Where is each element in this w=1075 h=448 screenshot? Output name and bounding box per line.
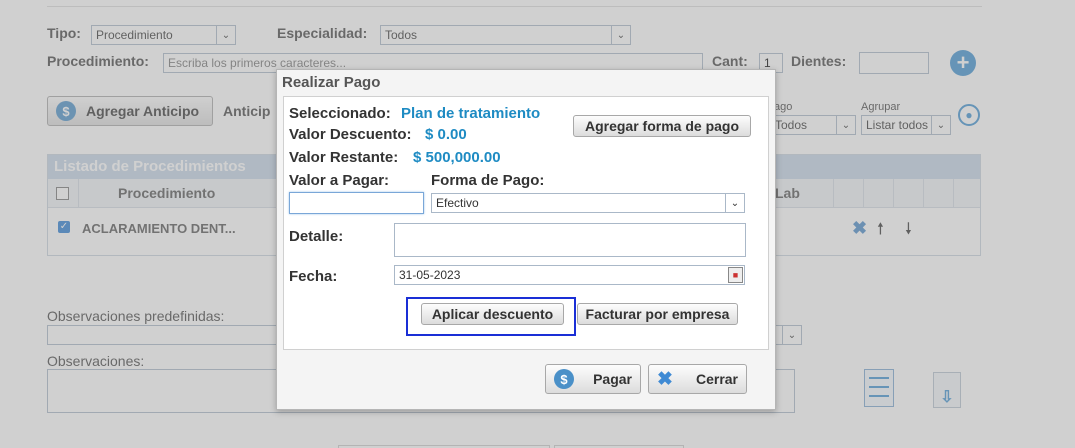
pagar-label: Pagar bbox=[593, 371, 632, 387]
aplicar-descuento-button[interactable]: Aplicar descuento bbox=[421, 303, 564, 325]
fecha-label: Fecha: bbox=[289, 268, 338, 285]
calendar-icon[interactable]: ■ bbox=[728, 267, 743, 283]
aplicar-descuento-label: Aplicar descuento bbox=[431, 306, 554, 322]
forma-pago-value: Efectivo bbox=[436, 196, 479, 210]
detalle-textarea[interactable] bbox=[394, 223, 746, 257]
chevron-down-icon: ⌄ bbox=[725, 194, 744, 212]
seleccionado-label: Seleccionado: bbox=[289, 105, 391, 122]
fecha-value: 31-05-2023 bbox=[399, 268, 461, 282]
valor-pagar-label: Valor a Pagar: bbox=[289, 172, 390, 189]
agregar-forma-pago-label: Agregar forma de pago bbox=[584, 118, 740, 134]
valor-restante-value: $ 500,000.00 bbox=[413, 149, 501, 166]
forma-pago-select[interactable]: Efectivo ⌄ bbox=[431, 193, 745, 213]
pagar-button[interactable]: $ Pagar bbox=[545, 364, 641, 394]
close-icon: ✖ bbox=[657, 368, 673, 390]
realizar-pago-dialog: Realizar Pago Seleccionado: Plan de trat… bbox=[276, 69, 776, 410]
detalle-label: Detalle: bbox=[289, 228, 344, 245]
valor-descuento-label: Valor Descuento: bbox=[289, 126, 412, 143]
valor-pagar-input[interactable] bbox=[289, 192, 424, 214]
dialog-title: Realizar Pago bbox=[282, 74, 381, 91]
seleccionado-value: Plan de tratamiento bbox=[401, 105, 541, 122]
facturar-empresa-label: Facturar por empresa bbox=[585, 306, 730, 322]
valor-descuento-value: $ 0.00 bbox=[425, 126, 467, 143]
dollar-icon: $ bbox=[554, 369, 574, 389]
payment-form-panel: Seleccionado: Plan de tratamiento Valor … bbox=[283, 96, 769, 350]
fecha-input[interactable]: 31-05-2023 ■ bbox=[394, 265, 745, 285]
forma-pago-label: Forma de Pago: bbox=[431, 172, 545, 189]
agregar-forma-pago-button[interactable]: Agregar forma de pago bbox=[573, 115, 751, 137]
valor-restante-label: Valor Restante: bbox=[289, 149, 399, 166]
cerrar-button[interactable]: ✖ Cerrar bbox=[648, 364, 747, 394]
cerrar-label: Cerrar bbox=[695, 371, 738, 387]
facturar-empresa-button[interactable]: Facturar por empresa bbox=[577, 303, 738, 325]
